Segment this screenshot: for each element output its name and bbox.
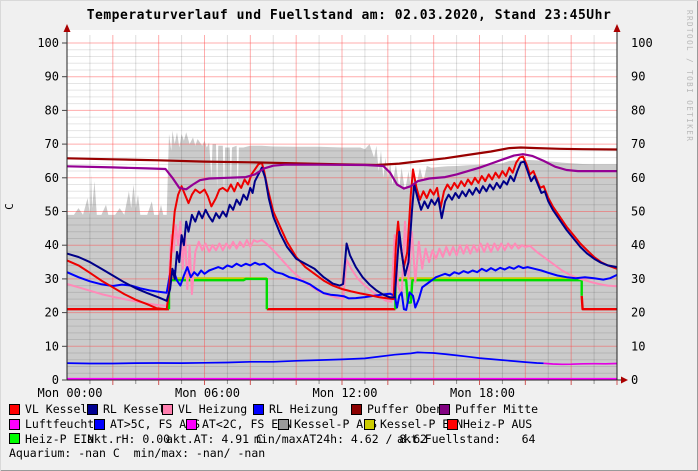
legend-item: Kessel-P AUS xyxy=(278,417,364,432)
legend-item: VL Heizung xyxy=(162,402,253,417)
legend-item: Heiz-P AUS xyxy=(447,417,532,432)
legend-swatch-icon xyxy=(253,404,264,415)
y-tick-label-right: 60 xyxy=(631,171,645,185)
legend-label: Heiz-P EIN xyxy=(25,432,94,447)
legend-label: Heiz-P AUS xyxy=(463,417,532,432)
legend-item: Puffer Oben xyxy=(351,402,439,417)
legend-item: akt.AT: 4.91 C xyxy=(166,432,254,447)
legend-swatch-icon xyxy=(87,404,98,415)
legend-swatch-icon xyxy=(278,419,289,430)
y-tick-label-left: 80 xyxy=(45,103,59,117)
legend-item: akt.rH: 0.00 xyxy=(87,432,166,447)
rrd-graph-window: Temperaturverlauf und Fuellstand am: 02.… xyxy=(0,0,698,471)
x-axis-arrow-icon xyxy=(621,377,628,384)
legend-item: RL Heizung xyxy=(253,402,351,417)
legend-row: VL Kessel RL Kessel VL Heizung RL Heizung Pu… xyxy=(9,402,694,417)
x-tick-label: Mon 06:00 xyxy=(175,386,240,400)
legend-swatch-icon xyxy=(186,419,197,430)
legend-item: Heiz-P EIN xyxy=(9,432,87,447)
y-tick-label-right: 20 xyxy=(631,306,645,320)
legend-item: Aquarium: -nan C min/max: -nan/ -nan xyxy=(9,446,265,461)
y-tick-label-right: 70 xyxy=(631,137,645,151)
legend-item: AT>5C, FS AUS xyxy=(94,417,186,432)
legend-label: RL Heizung xyxy=(269,402,338,417)
legend-item: Kessel-P EIN xyxy=(364,417,447,432)
y-tick-label-left: 60 xyxy=(45,171,59,185)
y-tick-label-right: 0 xyxy=(631,373,638,387)
y-tick-label-left: 20 xyxy=(45,306,59,320)
legend-swatch-icon xyxy=(94,419,105,430)
y-tick-label-right: 30 xyxy=(631,272,645,286)
legend-item: VL Kessel xyxy=(9,402,87,417)
legend-row: Heiz-P EINakt.rH: 0.00akt.AT: 4.91 Cmin/… xyxy=(9,432,694,447)
legend-row: LuftfeuchteAT>5C, FS AUSAT<2C, FS EINKes… xyxy=(9,417,694,432)
legend-label: akt.AT: 4.91 C xyxy=(166,432,263,447)
legend-label: akt.Fuellstand: 64 xyxy=(397,432,535,447)
legend-label: Aquarium: -nan C min/max: -nan/ -nan xyxy=(9,446,265,461)
y-tick-label-right: 80 xyxy=(631,103,645,117)
legend-swatch-icon xyxy=(9,404,20,415)
y-tick-label-right: 100 xyxy=(631,36,653,50)
y-tick-label-left: 0 xyxy=(52,373,59,387)
y-tick-label-left: 90 xyxy=(45,70,59,84)
x-tick-label: Mon 18:00 xyxy=(450,386,515,400)
legend-item: AT<2C, FS EIN xyxy=(186,417,278,432)
legend-label: Puffer Oben xyxy=(367,402,443,417)
y-tick-label-left: 30 xyxy=(45,272,59,286)
legend-label: akt.rH: 0.00 xyxy=(87,432,170,447)
x-tick-label: Mon 00:00 xyxy=(37,386,102,400)
y-axis-arrow-icon xyxy=(64,24,71,32)
chart-canvas: 0 0 10 10 20 20 30 30 40 40 50 50 60 60 70 70 80 80 90 90 10… xyxy=(0,0,698,471)
y-tick-label-left: 40 xyxy=(45,238,59,252)
legend-swatch-icon xyxy=(162,404,173,415)
legend-swatch-icon xyxy=(447,419,458,430)
y-tick-label-right: 90 xyxy=(631,70,645,84)
y-tick-label-right: 40 xyxy=(631,238,645,252)
y-tick-label-left: 10 xyxy=(45,339,59,353)
y-axis-right-arrow-icon xyxy=(614,24,621,32)
y-tick-label-left: 50 xyxy=(45,205,59,219)
legend-label: VL Kessel xyxy=(25,402,87,417)
legend-row: Aquarium: -nan C min/max: -nan/ -nan xyxy=(9,446,694,461)
y-tick-label-right: 50 xyxy=(631,205,645,219)
legend-label: Puffer Mitte xyxy=(455,402,538,417)
legend-item: akt.Fuellstand: 64 xyxy=(397,432,535,447)
y-tick-label-right: 10 xyxy=(631,339,645,353)
legend-item: Puffer Mitte xyxy=(439,402,538,417)
legend-label: Luftfeuchte xyxy=(25,417,101,432)
legend-swatch-icon xyxy=(9,419,20,430)
y-tick-label-left: 70 xyxy=(45,137,59,151)
rrdtool-watermark: RRDTOOL / TOBI OETIKER xyxy=(685,10,694,142)
legend-label: RL Kessel xyxy=(103,402,165,417)
legend-item: min/maxAT24h: 4.62 / 8.62 xyxy=(254,432,397,447)
x-tick-label: Mon 12:00 xyxy=(312,386,377,400)
legend: VL Kessel RL Kessel VL Heizung RL Heizung Pu… xyxy=(9,402,694,461)
legend-label: VL Heizung xyxy=(178,402,247,417)
legend-item: RL Kessel xyxy=(87,402,162,417)
legend-swatch-icon xyxy=(364,419,375,430)
series-line-at-2c-fs-ein xyxy=(544,363,617,364)
y-tick-label-left: 100 xyxy=(37,36,59,50)
legend-swatch-icon xyxy=(439,404,450,415)
legend-item: Luftfeuchte xyxy=(9,417,94,432)
legend-swatch-icon xyxy=(351,404,362,415)
legend-swatch-icon xyxy=(9,433,20,444)
